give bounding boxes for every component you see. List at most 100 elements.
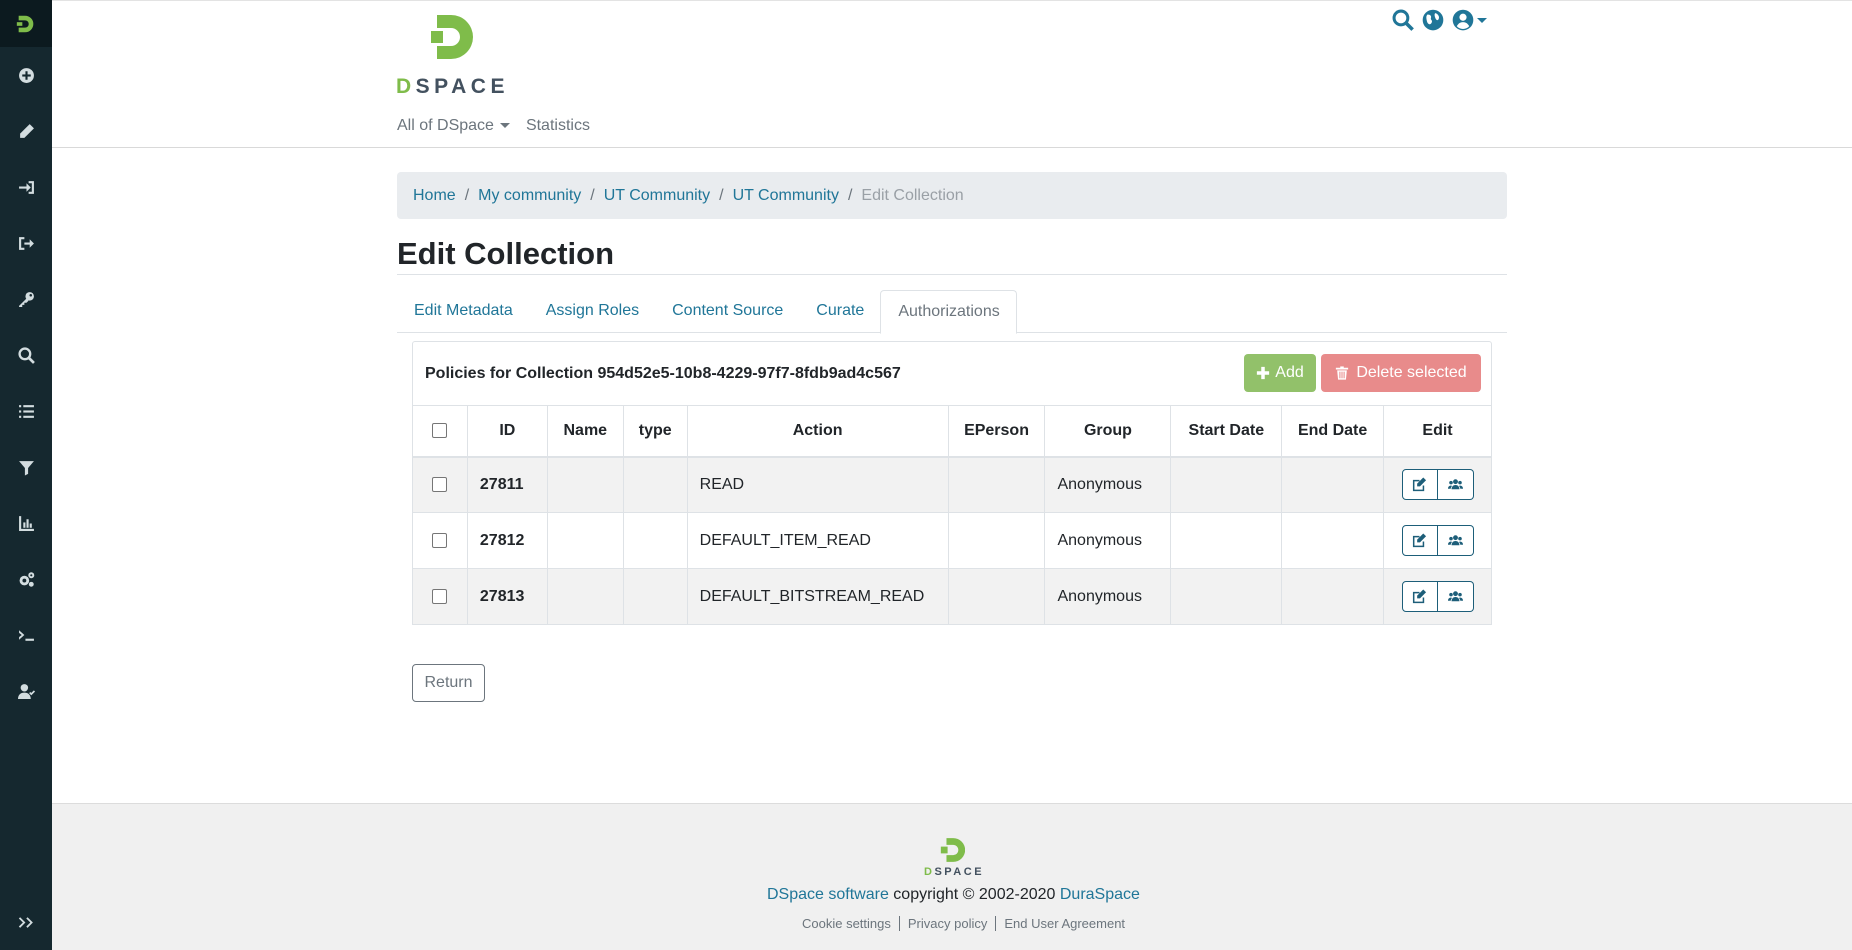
- breadcrumb-current: Edit Collection: [861, 186, 964, 204]
- pencil-icon: [19, 123, 34, 138]
- breadcrumb-ut-community-2[interactable]: UT Community: [733, 187, 839, 205]
- copyright-text: copyright © 2002-2020: [888, 886, 1060, 903]
- filter-icon: [18, 460, 34, 475]
- column-header-action[interactable]: Action: [686, 405, 949, 458]
- cell-end-date: [1281, 568, 1385, 625]
- table-row: 27811 READ Anonymous: [412, 456, 1492, 513]
- sidebar-health[interactable]: [0, 671, 52, 711]
- column-header-start-date[interactable]: Start Date: [1170, 405, 1283, 458]
- user-menu[interactable]: [1452, 9, 1487, 31]
- table-row: 27813 DEFAULT_BITSTREAM_READ Anonymous: [412, 568, 1492, 625]
- cell-name: [546, 456, 624, 513]
- row-checkbox[interactable]: [432, 477, 448, 493]
- cell-group: Anonymous: [1044, 456, 1172, 513]
- tab-curate[interactable]: Curate: [799, 290, 880, 333]
- globe-icon[interactable]: [1422, 9, 1444, 31]
- cookie-settings-link[interactable]: Cookie settings: [794, 916, 899, 931]
- sidebar-registries[interactable]: [0, 391, 52, 431]
- dspace-sidebar-logo[interactable]: [0, 0, 52, 47]
- column-header-edit: Edit: [1383, 405, 1492, 458]
- sidebar-import[interactable]: [0, 167, 52, 207]
- delete-selected-button[interactable]: Delete selected: [1321, 354, 1481, 392]
- nav-statistics[interactable]: Statistics: [526, 117, 590, 135]
- dspace-footer-logo: [940, 838, 965, 862]
- column-header-name[interactable]: Name: [546, 405, 624, 458]
- row-select-cell: [412, 512, 468, 569]
- sidebar-new[interactable]: [0, 55, 52, 95]
- page-title: Edit Collection: [397, 236, 614, 271]
- breadcrumb-my-community[interactable]: My community: [478, 187, 581, 205]
- sidebar-export[interactable]: [0, 223, 52, 263]
- select-all-checkbox[interactable]: [432, 423, 448, 439]
- sidebar-search[interactable]: [0, 335, 52, 375]
- cell-start-date: [1170, 568, 1283, 625]
- sidebar-access-control[interactable]: [0, 279, 52, 319]
- chevron-down-icon: [1477, 17, 1487, 23]
- cell-name: [546, 512, 624, 569]
- column-header-group[interactable]: Group: [1044, 405, 1172, 458]
- key-icon: [18, 291, 34, 307]
- user-check-icon: [17, 683, 35, 699]
- row-select-cell: [412, 456, 468, 513]
- privacy-policy-link[interactable]: Privacy policy: [898, 916, 995, 931]
- edit-group-button[interactable]: [1437, 469, 1474, 501]
- policies-card: Policies for Collection 954d52e5-10b8-42…: [412, 341, 1492, 625]
- column-header-eperson[interactable]: EPerson: [947, 405, 1046, 458]
- users-icon: [1447, 479, 1463, 490]
- sidebar-curation[interactable]: [0, 447, 52, 487]
- chart-icon: [18, 515, 34, 531]
- edit-policy-button[interactable]: [1401, 581, 1438, 612]
- users-icon: [1447, 535, 1463, 546]
- edit-group-button[interactable]: [1437, 525, 1474, 556]
- sidebar-edit[interactable]: [0, 111, 52, 151]
- cell-action: DEFAULT_BITSTREAM_READ: [686, 568, 949, 625]
- search-icon[interactable]: [1392, 9, 1414, 31]
- select-all-header: [412, 405, 468, 458]
- cell-id: 27811: [466, 456, 548, 513]
- duraspace-link[interactable]: DuraSpace: [1060, 886, 1140, 903]
- return-button[interactable]: Return: [412, 664, 485, 702]
- dspace-wordmark: DSPACE: [396, 75, 509, 98]
- tab-edit-metadata[interactable]: Edit Metadata: [397, 290, 529, 333]
- breadcrumb-ut-community[interactable]: UT Community: [604, 187, 710, 205]
- admin-sidebar: [0, 0, 52, 950]
- site-footer: DSPACE DSpace software copyright © 2002-…: [52, 803, 1852, 950]
- edit-policy-button[interactable]: [1401, 469, 1438, 501]
- breadcrumb-separator: /: [590, 186, 595, 204]
- row-checkbox[interactable]: [432, 588, 448, 604]
- breadcrumb-home[interactable]: Home: [413, 187, 456, 205]
- nav-all-of-dspace[interactable]: All of DSpace: [397, 117, 510, 135]
- tab-assign-roles[interactable]: Assign Roles: [529, 290, 655, 333]
- column-header-id[interactable]: ID: [466, 405, 548, 458]
- cell-id: 27813: [466, 568, 548, 625]
- main-navbar: All of DSpace Statistics: [397, 117, 590, 135]
- table-header-row: ID Name type Action EPerson Group Start …: [412, 405, 1492, 458]
- cell-group: Anonymous: [1044, 568, 1172, 625]
- edit-tabs: Edit Metadata Assign Roles Content Sourc…: [397, 290, 1507, 334]
- column-header-end-date[interactable]: End Date: [1281, 405, 1385, 458]
- plus-icon: [1257, 366, 1270, 380]
- copyright-line: DSpace software copyright © 2002-2020 Du…: [767, 886, 1140, 904]
- column-header-type[interactable]: type: [622, 405, 688, 458]
- cell-type: [622, 568, 688, 625]
- edit-group-button[interactable]: [1437, 581, 1474, 612]
- cell-group: Anonymous: [1044, 512, 1172, 569]
- title-divider: [397, 274, 1507, 275]
- breadcrumb-separator: /: [464, 186, 470, 204]
- tab-content-source[interactable]: Content Source: [655, 290, 799, 333]
- sidebar-workflow[interactable]: [0, 559, 52, 599]
- cell-edit: [1383, 512, 1492, 569]
- tab-authorizations[interactable]: Authorizations: [880, 290, 1017, 334]
- cell-name: [546, 568, 624, 625]
- cell-edit: [1383, 568, 1492, 625]
- dspace-software-link[interactable]: DSpace software: [767, 886, 889, 903]
- sidebar-processes[interactable]: [0, 615, 52, 655]
- row-checkbox[interactable]: [432, 532, 448, 548]
- edit-button-group: [1401, 581, 1474, 612]
- add-policy-button[interactable]: Add: [1244, 354, 1316, 392]
- sidebar-statistics[interactable]: [0, 503, 52, 543]
- cell-id: 27812: [466, 512, 548, 569]
- sidebar-expand-toggle[interactable]: [0, 902, 52, 942]
- edit-policy-button[interactable]: [1401, 525, 1438, 556]
- end-user-agreement-link[interactable]: End User Agreement: [995, 916, 1133, 931]
